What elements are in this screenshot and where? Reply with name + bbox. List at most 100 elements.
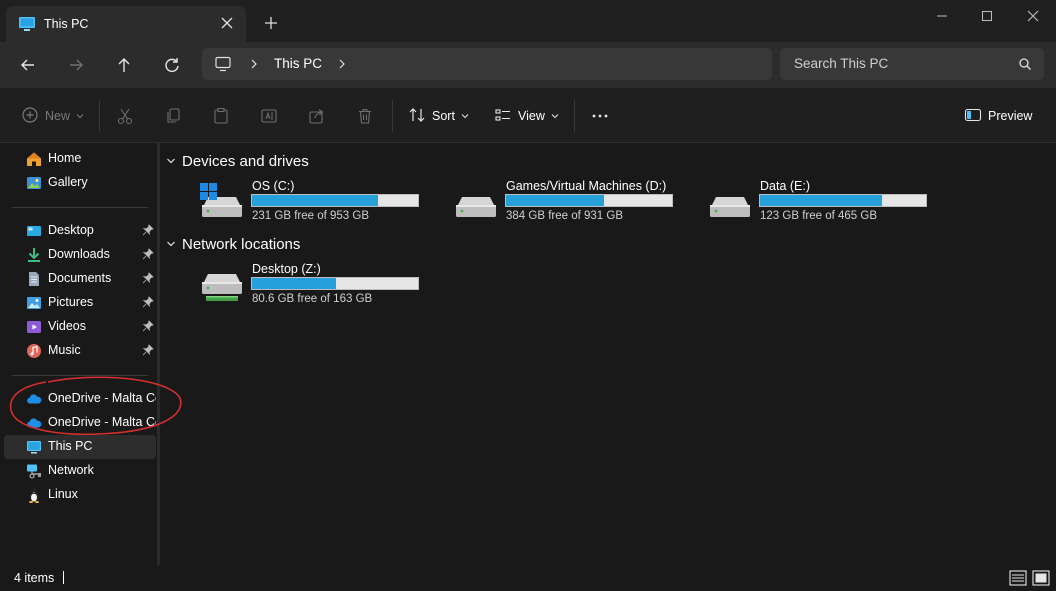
sidebar-item-label: Documents: [48, 271, 112, 285]
network-icon: [26, 463, 42, 479]
navigation-pane: Home Gallery Desktop Downloads Documents: [0, 143, 158, 565]
content-pane: Devices and drives OS (C:) 231 GB free o…: [160, 143, 1056, 565]
downloads-icon: [26, 247, 42, 263]
desktop-folder-icon: [26, 223, 42, 239]
sidebar-item-music[interactable]: Music: [4, 339, 156, 363]
search-input[interactable]: Search This PC: [780, 48, 1044, 80]
more-options-icon[interactable]: [590, 105, 610, 127]
view-button[interactable]: View: [494, 105, 559, 127]
sidebar-item-this-pc[interactable]: This PC: [4, 435, 156, 459]
pin-icon[interactable]: [142, 248, 154, 263]
chevron-down-icon: [461, 109, 469, 123]
drive-icon: [708, 183, 752, 224]
search-placeholder: Search This PC: [794, 56, 889, 71]
sidebar-item-videos[interactable]: Videos: [4, 315, 156, 339]
pin-icon[interactable]: [142, 272, 154, 287]
new-label: New: [45, 109, 71, 123]
preview-pane-icon: [964, 106, 982, 127]
share-icon[interactable]: [308, 105, 326, 127]
plus-circle-icon: [21, 106, 39, 127]
sidebar-item-label: Pictures: [48, 295, 94, 309]
new-tab-icon[interactable]: [262, 14, 280, 32]
music-icon: [26, 343, 42, 359]
drive-usage-bar: [251, 194, 419, 207]
network-heading: Network locations: [182, 236, 301, 253]
chevron-right-icon[interactable]: [248, 57, 260, 74]
chevron-down-icon[interactable]: [166, 153, 176, 170]
preview-button[interactable]: Preview: [964, 105, 1032, 127]
this-pc-icon: [26, 439, 42, 455]
drive-usage-bar: [505, 194, 673, 207]
tiles-view-icon[interactable]: [1031, 569, 1051, 587]
tab-this-pc[interactable]: This PC: [6, 6, 246, 42]
sidebar-item-documents[interactable]: Documents: [4, 267, 156, 291]
drive-e[interactable]: Data (E:) 123 GB free of 465 GB: [708, 179, 948, 229]
new-button[interactable]: New: [21, 105, 84, 127]
cut-icon[interactable]: [116, 105, 134, 127]
breadcrumb-this-pc[interactable]: This PC: [274, 56, 322, 71]
drive-icon: [454, 183, 498, 224]
sidebar-item-linux[interactable]: Linux: [4, 483, 156, 507]
view-label: View: [518, 109, 545, 123]
drive-usage-bar: [251, 277, 419, 290]
drive-usage-fill: [760, 195, 882, 206]
sort-button[interactable]: Sort: [408, 105, 469, 127]
sidebar-item-label: Gallery: [48, 175, 88, 189]
sidebar-item-home[interactable]: Home: [4, 147, 156, 171]
close-tab-icon[interactable]: [218, 14, 236, 32]
sidebar-item-label: This PC: [48, 439, 93, 453]
drive-d[interactable]: Games/Virtual Machines (D:) 384 GB free …: [454, 179, 694, 229]
delete-icon[interactable]: [356, 105, 374, 127]
windows-drive-icon: [200, 183, 244, 224]
devices-group-header[interactable]: Devices and drives: [166, 153, 309, 170]
toolbar-divider: [392, 100, 393, 132]
network-drive-icon: [200, 266, 244, 309]
address-bar[interactable]: This PC: [202, 48, 772, 80]
minimize-icon[interactable]: [930, 6, 954, 26]
title-bar: This PC: [0, 0, 1056, 42]
pin-icon[interactable]: [142, 344, 154, 359]
sidebar-item-label: Linux: [48, 487, 78, 501]
details-view-icon[interactable]: [1008, 569, 1028, 587]
back-arrow-icon[interactable]: [17, 54, 39, 76]
refresh-icon[interactable]: [161, 54, 183, 76]
sidebar-item-network[interactable]: Network: [4, 459, 156, 483]
sidebar-divider: [12, 207, 148, 208]
command-bar: New Sort View Preview: [0, 88, 1056, 143]
drive-usage-fill: [252, 195, 378, 206]
linux-icon: [26, 487, 42, 503]
sidebar-item-label: Videos: [48, 319, 86, 333]
pin-icon[interactable]: [142, 224, 154, 239]
network-drive-z[interactable]: Desktop (Z:) 80.6 GB free of 163 GB: [200, 262, 440, 312]
forward-arrow-icon[interactable]: [65, 54, 87, 76]
sidebar-item-label: Network: [48, 463, 94, 477]
pin-icon[interactable]: [142, 296, 154, 311]
close-window-icon[interactable]: [1021, 6, 1045, 26]
network-group-header[interactable]: Network locations: [166, 236, 300, 253]
tab-title: This PC: [44, 17, 89, 31]
chevron-down-icon: [551, 109, 559, 123]
drive-c[interactable]: OS (C:) 231 GB free of 953 GB: [200, 179, 440, 229]
drive-usage-fill: [252, 278, 336, 289]
up-arrow-icon[interactable]: [113, 54, 135, 76]
sidebar-item-downloads[interactable]: Downloads: [4, 243, 156, 267]
maximize-icon[interactable]: [975, 6, 999, 26]
pin-icon[interactable]: [142, 320, 154, 335]
sidebar-item-label: Home: [48, 151, 82, 165]
drive-free-space: 231 GB free of 953 GB: [252, 210, 369, 222]
drive-free-space: 123 GB free of 465 GB: [760, 210, 877, 222]
status-divider: [63, 571, 64, 584]
rename-icon[interactable]: [260, 105, 278, 127]
sidebar-item-pictures[interactable]: Pictures: [4, 291, 156, 315]
sidebar-item-label: Music: [48, 343, 81, 357]
sidebar-item-gallery[interactable]: Gallery: [4, 171, 156, 195]
search-icon[interactable]: [1018, 57, 1032, 74]
sidebar-item-desktop[interactable]: Desktop: [4, 219, 156, 243]
chevron-right-icon[interactable]: [336, 57, 348, 74]
sidebar-item-label: Desktop: [48, 223, 94, 237]
home-icon: [26, 151, 42, 167]
chevron-down-icon[interactable]: [166, 236, 176, 253]
paste-icon[interactable]: [212, 105, 230, 127]
toolbar-divider: [574, 100, 575, 132]
copy-icon[interactable]: [164, 105, 182, 127]
